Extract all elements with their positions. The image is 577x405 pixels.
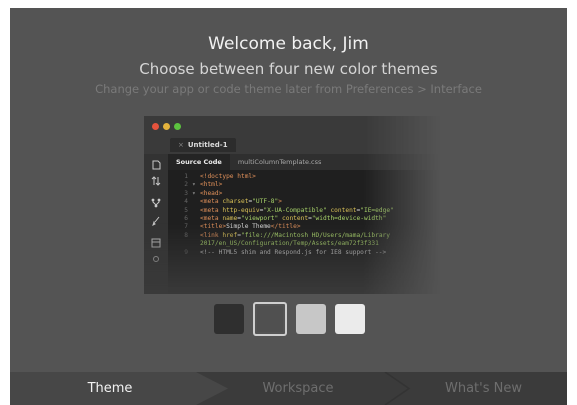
theme-subtitle: Choose between four new color themes xyxy=(139,60,438,78)
code-token: "UTF-8" xyxy=(252,198,279,206)
fold-arrow-icon xyxy=(192,198,200,206)
tab-multi-column-template: multiColumnTemplate.css xyxy=(237,158,322,166)
code-token: "X-UA-Compatible" xyxy=(263,206,327,214)
code-line: 2017/en_US/Configuration/Temp/Assets/eam… xyxy=(168,240,440,248)
line-number: 6 xyxy=(184,215,188,223)
code-token: <!doctype html> xyxy=(200,173,256,180)
tab-close-icon: × xyxy=(178,141,184,149)
code-token: "file:///Macintosh HD/Users/mama/Library xyxy=(241,231,391,239)
code-token: <head> xyxy=(200,189,223,197)
fold-arrow-icon xyxy=(192,173,200,181)
theme-swatch-lightest[interactable] xyxy=(335,304,365,334)
brush-icon xyxy=(151,216,161,226)
minimize-dot-icon xyxy=(163,123,170,130)
code-line: 2 ▾ <html> xyxy=(168,181,440,189)
settings-icon xyxy=(151,254,161,264)
tool-rail xyxy=(144,154,168,294)
welcome-heading: Welcome back, Jim xyxy=(208,34,369,54)
fold-arrow-icon: ▾ xyxy=(192,181,196,189)
code-token: content xyxy=(330,206,357,214)
step-workspace[interactable]: Workspace xyxy=(208,372,388,405)
code-token: charset xyxy=(222,198,249,206)
close-dot-icon xyxy=(152,123,159,130)
fold-arrow-icon xyxy=(192,207,200,215)
line-number: 8 xyxy=(184,231,188,239)
theme-swatch-darkest[interactable] xyxy=(214,304,244,334)
code-line: 4 <meta charset = "UTF-8" > xyxy=(168,198,440,206)
line-number: 7 xyxy=(184,223,188,231)
code-token: "IE=edge" xyxy=(360,206,394,214)
fold-arrow-icon xyxy=(192,215,200,223)
code-line: 9 <!-- HTML5 shim and Respond.js for IE8 … xyxy=(168,249,440,257)
file-icon xyxy=(151,160,161,170)
theme-swatch-dark[interactable] xyxy=(253,302,287,336)
line-number: 9 xyxy=(184,248,188,256)
code-token: "width=device-width" xyxy=(311,215,387,223)
line-number: 3 xyxy=(184,189,188,197)
file-tab-bar: Source Code multiColumnTemplate.css xyxy=(168,154,440,170)
theme-swatch-light[interactable] xyxy=(296,304,326,334)
code-token: href xyxy=(222,231,238,239)
step-theme[interactable]: Theme xyxy=(10,372,210,405)
code-token: 2017/en_US/Configuration/Temp/Assets/eam… xyxy=(200,240,379,248)
editor-preview: × Untitled-1 Source Code multiColumnTemp… xyxy=(144,116,440,294)
line-number: 4 xyxy=(184,198,188,206)
code-line: 7 <title> Simple Theme </title> xyxy=(168,223,440,231)
code-token: <link xyxy=(200,231,223,239)
code-line: 8 <link href = "file:///Macintosh HD/Users/… xyxy=(168,232,440,240)
code-line: 1 <!doctype html> xyxy=(168,173,440,181)
code-line: 5 <meta http-equiv = "X-UA-Compatible" cont… xyxy=(168,207,440,215)
code-token: "viewport" xyxy=(241,215,279,223)
zoom-dot-icon xyxy=(174,123,181,130)
line-number xyxy=(168,240,192,248)
code-token: > xyxy=(278,198,282,206)
setup-stepper: Theme Workspace What's New xyxy=(10,372,567,405)
code-token: <title> xyxy=(200,223,227,231)
welcome-dialog: Welcome back, Jim Choose between four ne… xyxy=(10,8,567,405)
step-whats-new[interactable]: What's New xyxy=(400,372,567,405)
code-line: 3 ▾ <head> xyxy=(168,190,440,198)
code-token: content xyxy=(282,215,309,223)
fold-arrow-icon xyxy=(192,249,200,257)
theme-swatches xyxy=(214,302,365,336)
fold-arrow-icon xyxy=(192,223,200,231)
document-tab: × Untitled-1 xyxy=(170,138,236,152)
window-controls xyxy=(152,123,181,130)
code-token: <html> xyxy=(200,181,223,189)
code-token: http-equiv xyxy=(222,206,260,214)
code-token: <meta xyxy=(200,215,223,223)
line-number: 2 xyxy=(184,181,188,189)
fold-arrow-icon xyxy=(192,232,200,240)
line-number: 5 xyxy=(184,206,188,214)
document-tab-label: Untitled-1 xyxy=(187,141,228,149)
code-token: <!-- HTML5 shim and Respond.js for IE8 s… xyxy=(200,248,387,256)
code-token: <meta xyxy=(200,206,223,214)
line-number: 1 xyxy=(184,173,188,180)
tab-source-code: Source Code xyxy=(168,154,230,170)
code-line: 6 <meta name = "viewport" content = "width=de… xyxy=(168,215,440,223)
code-token: name xyxy=(222,215,238,223)
sort-icon xyxy=(151,176,161,186)
panel-icon xyxy=(151,238,161,248)
fold-arrow-icon xyxy=(192,240,200,248)
git-icon xyxy=(151,198,161,208)
code-view: 1 <!doctype html> 2 ▾ <html> 3 ▾ <head> 4 <meta c… xyxy=(168,170,440,294)
preferences-hint: Change your app or code theme later from… xyxy=(95,82,482,96)
fold-arrow-icon: ▾ xyxy=(192,189,196,197)
code-token: <meta xyxy=(200,198,223,206)
code-token: </title> xyxy=(270,223,301,231)
code-token: Simple Theme xyxy=(226,223,271,231)
